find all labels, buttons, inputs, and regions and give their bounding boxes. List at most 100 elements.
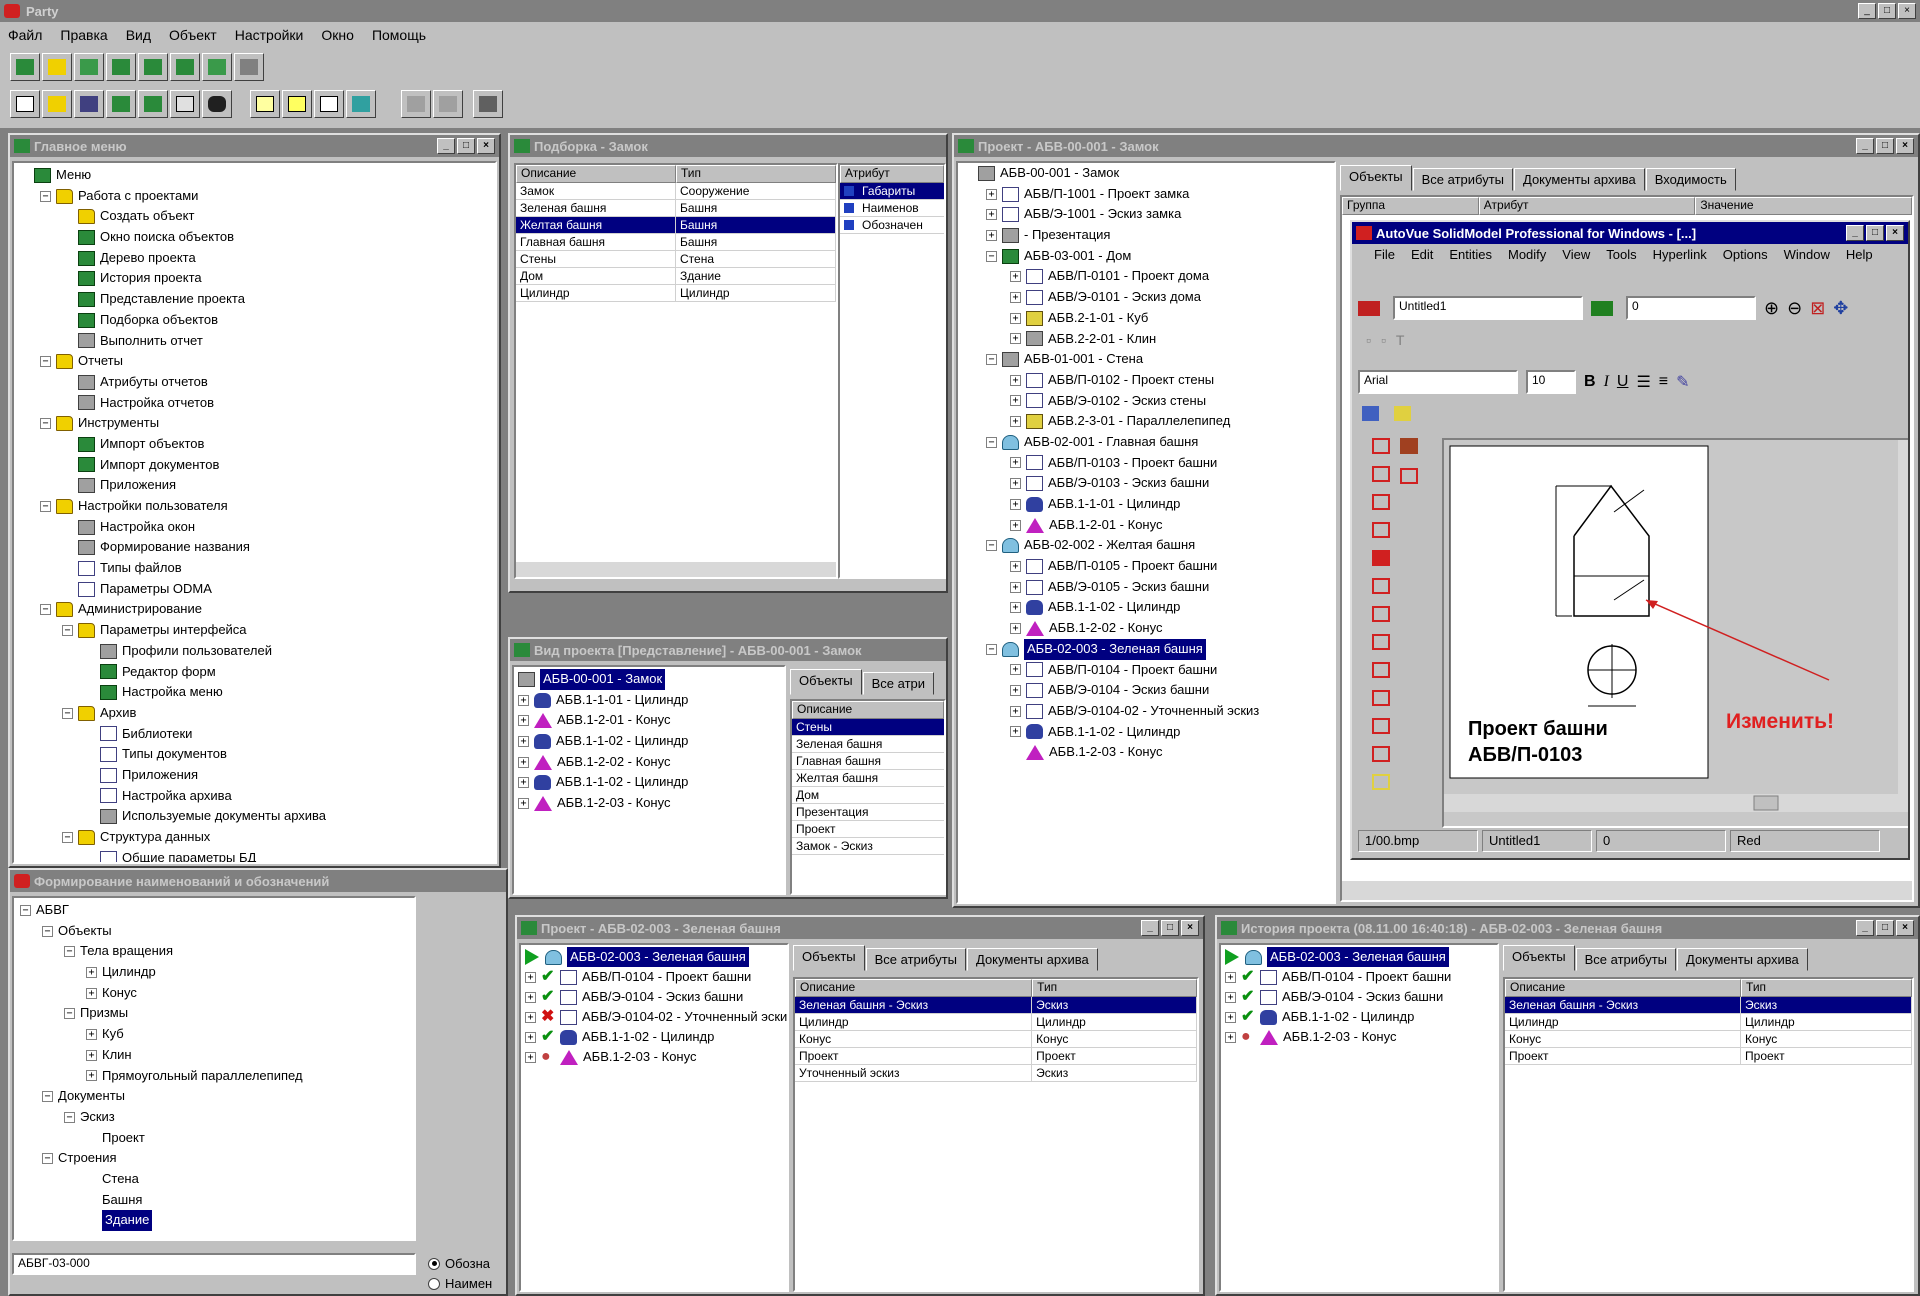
table-row[interactable]: Главная башня Башня xyxy=(516,234,836,251)
main-menu-item[interactable]: Параметры ODMA xyxy=(18,579,491,600)
expand-icon[interactable]: + xyxy=(1010,622,1021,634)
naming-item[interactable]: Башня xyxy=(20,1190,408,1211)
tab[interactable]: Все атрибуты xyxy=(1575,948,1676,971)
expand-icon[interactable]: + xyxy=(1010,560,1021,572)
expand-icon[interactable]: + xyxy=(1010,519,1021,531)
table-row[interactable]: Цилиндр Цилиндр xyxy=(795,1014,1197,1031)
collapse-icon[interactable]: − xyxy=(64,1111,75,1123)
collapse-icon[interactable]: − xyxy=(986,354,997,366)
collapse-icon[interactable]: − xyxy=(64,946,75,958)
main-menu-item[interactable]: Библиотеки xyxy=(18,724,491,745)
expand-icon[interactable]: + xyxy=(518,735,529,747)
table-row[interactable]: Уточненный эскиз Эскиз xyxy=(795,1065,1197,1082)
disabled-1-icon[interactable] xyxy=(401,90,432,118)
expand-icon[interactable]: + xyxy=(86,1028,97,1040)
view-item[interactable]: + АБВ.1-2-03 - Конус xyxy=(518,793,780,814)
expand-icon[interactable]: + xyxy=(1225,971,1236,983)
expand-icon[interactable]: + xyxy=(1010,374,1021,386)
collapse-icon[interactable]: − xyxy=(62,707,73,719)
expand-icon[interactable]: + xyxy=(1010,457,1021,469)
collapse-icon[interactable]: − xyxy=(42,925,53,937)
main-menu-button[interactable] xyxy=(10,53,40,81)
main-menu-item[interactable]: Профили пользователей xyxy=(18,641,491,662)
align-icon[interactable]: ☰ xyxy=(1636,372,1650,392)
autovue-menu-item[interactable]: Help xyxy=(1846,247,1873,287)
view-list-row[interactable]: Зеленая башня xyxy=(792,736,944,753)
table-row[interactable]: Цилиндр Цилиндр xyxy=(1505,1014,1912,1031)
pen-icon[interactable]: ✎ xyxy=(1676,372,1689,392)
column-header[interactable]: Тип xyxy=(1032,979,1197,997)
expand-icon[interactable]: + xyxy=(1010,271,1021,283)
history-item[interactable]: + ✔ АБВ.1-1-02 - Цилиндр xyxy=(1225,1007,1493,1027)
attribute-row[interactable]: Наименов xyxy=(840,200,944,217)
project-item[interactable]: + АБВ/П-0102 - Проект стены xyxy=(962,370,1330,391)
expand-icon[interactable]: + xyxy=(86,987,97,999)
collapse-icon[interactable]: − xyxy=(42,1153,53,1165)
main-menu-item[interactable]: Атрибуты отчетов xyxy=(18,372,491,393)
project-item[interactable]: + АБВ/П-0103 - Проект башни xyxy=(962,453,1330,474)
naming-item[interactable]: + Прямоугольный параллелепипед xyxy=(20,1066,408,1087)
tab[interactable]: Документы архива xyxy=(1514,168,1645,191)
collapse-icon[interactable]: − xyxy=(986,643,997,655)
attribute-row[interactable]: Обозначен xyxy=(840,217,944,234)
expand-icon[interactable]: + xyxy=(1010,602,1021,614)
expand-icon[interactable]: + xyxy=(86,1070,97,1082)
view-list-row[interactable]: Дом xyxy=(792,787,944,804)
tab[interactable]: Все атрибуты xyxy=(865,948,966,971)
rect-tool-icon[interactable] xyxy=(1372,522,1390,538)
main-menu-item[interactable]: Приложения xyxy=(18,475,491,496)
naming-item[interactable]: + Куб xyxy=(20,1024,408,1045)
table-row[interactable]: Конус Конус xyxy=(1505,1031,1912,1048)
zoom-fit-icon[interactable]: ⊠ xyxy=(1810,298,1825,319)
expand-icon[interactable]: + xyxy=(518,694,529,706)
naming-item[interactable]: + Клин xyxy=(20,1045,408,1066)
search-objects-button[interactable] xyxy=(74,53,104,81)
green-tower-item[interactable]: + ✖ АБВ/Э-0104-02 - Уточненный эскиз xyxy=(525,1007,787,1027)
line-tool-icon[interactable] xyxy=(1372,438,1390,454)
expand-icon[interactable]: + xyxy=(986,188,997,200)
column-header[interactable]: Атрибут xyxy=(1478,197,1696,215)
collapse-icon[interactable]: − xyxy=(40,604,51,616)
menu-item[interactable]: Файл xyxy=(8,27,42,43)
expand-icon[interactable]: + xyxy=(1010,395,1021,407)
column-header[interactable]: Группа xyxy=(1342,197,1479,215)
menu-item[interactable]: Вид xyxy=(126,27,151,43)
edit-icon[interactable] xyxy=(106,90,136,118)
table-row[interactable]: Зеленая башня - Эскиз Эскиз xyxy=(795,997,1197,1014)
main-menu-item[interactable]: Редактор форм xyxy=(18,662,491,683)
main-menu-item[interactable]: Представление проекта xyxy=(18,289,491,310)
layer-combo[interactable]: Untitled1 xyxy=(1393,296,1583,320)
project-item[interactable]: + АБВ.1-1-02 - Цилиндр xyxy=(962,597,1330,618)
autovue-menu-item[interactable]: Tools xyxy=(1606,247,1636,287)
main-menu-item[interactable]: Импорт документов xyxy=(18,455,491,476)
layers-icon[interactable] xyxy=(1591,300,1613,316)
table-row[interactable]: Желтая башня Башня xyxy=(516,217,836,234)
tab[interactable]: Объекты xyxy=(793,945,865,971)
new-doc-icon[interactable] xyxy=(1358,300,1380,316)
collapse-icon[interactable]: − xyxy=(40,500,51,512)
expand-icon[interactable]: + xyxy=(518,797,529,809)
tab[interactable]: Объекты xyxy=(790,669,862,695)
expand-icon[interactable]: + xyxy=(1010,581,1021,593)
main-menu-item[interactable]: Выполнить отчет xyxy=(18,331,491,352)
tab[interactable]: Все атри xyxy=(862,672,935,695)
underline-button[interactable]: U xyxy=(1617,373,1629,391)
eraser-icon[interactable] xyxy=(170,90,200,118)
menu-item[interactable]: Окно xyxy=(321,27,354,43)
main-menu-item[interactable]: − Архив xyxy=(18,703,491,724)
main-menu-item[interactable]: Импорт объектов xyxy=(18,434,491,455)
arrow-tool-icon[interactable] xyxy=(1372,718,1390,734)
autovue-menu-item[interactable]: Hyperlink xyxy=(1653,247,1707,287)
naming-item[interactable]: − Объекты xyxy=(20,921,408,942)
collapse-icon[interactable]: − xyxy=(986,250,997,262)
arc-tool-icon[interactable] xyxy=(1372,606,1390,622)
collapse-icon[interactable]: − xyxy=(42,1091,53,1103)
main-menu-item[interactable]: Меню xyxy=(18,165,491,186)
expand-icon[interactable]: + xyxy=(518,756,529,768)
expand-icon[interactable]: + xyxy=(1010,685,1021,697)
exit-icon[interactable] xyxy=(473,90,504,118)
project-item[interactable]: − АБВ-02-002 - Желтая башня xyxy=(962,535,1330,556)
view-list-row[interactable]: Презентация xyxy=(792,804,944,821)
table-row[interactable]: Зеленая башня - Эскиз Эскиз xyxy=(1505,997,1912,1014)
binoculars-icon[interactable] xyxy=(202,90,232,118)
